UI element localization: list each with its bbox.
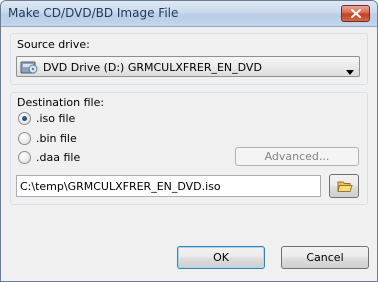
- title-bar[interactable]: Make CD/DVD/BD Image File: [1, 1, 377, 27]
- browse-folder-button[interactable]: [329, 174, 359, 198]
- bin-format-radio[interactable]: [18, 132, 31, 145]
- source-drive-label: Source drive:: [17, 38, 90, 51]
- bin-format-label[interactable]: .bin file: [36, 132, 77, 145]
- ok-button[interactable]: OK: [177, 246, 265, 269]
- advanced-button[interactable]: Advanced...: [235, 147, 359, 166]
- cancel-button[interactable]: Cancel: [281, 246, 369, 269]
- dialog-window: Make CD/DVD/BD Image File Source drive: …: [0, 0, 378, 282]
- source-drive-select[interactable]: DVD Drive (D:) GRMCULXFRER_EN_DVD: [16, 56, 360, 77]
- destination-file-path-field[interactable]: [16, 175, 321, 197]
- dvd-drive-icon: [20, 59, 38, 78]
- close-icon: [350, 9, 361, 18]
- folder-open-icon: [337, 181, 353, 192]
- window-title: Make CD/DVD/BD Image File: [8, 6, 179, 20]
- iso-format-radio[interactable]: [18, 112, 31, 125]
- destination-file-label: Destination file:: [17, 96, 105, 109]
- daa-format-radio[interactable]: [18, 151, 31, 164]
- selected-drive-text: DVD Drive (D:) GRMCULXFRER_EN_DVD: [43, 61, 262, 74]
- destination-file-path-input[interactable]: [20, 178, 316, 194]
- close-button[interactable]: [341, 5, 370, 22]
- chevron-down-icon: [346, 65, 354, 78]
- daa-format-label[interactable]: .daa file: [36, 151, 80, 164]
- iso-format-label[interactable]: .iso file: [36, 112, 75, 125]
- radio-selected-dot: [22, 116, 27, 121]
